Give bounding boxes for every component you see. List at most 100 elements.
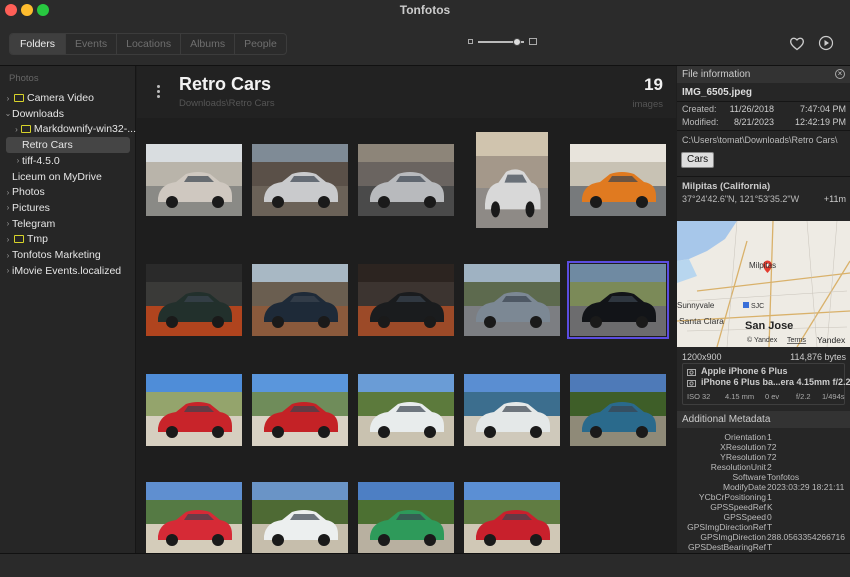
thumbnail-zoom: [468, 37, 537, 46]
created-label: Created:: [682, 104, 717, 114]
photo-thumbnail[interactable]: [464, 264, 560, 336]
image-count-label: images: [632, 99, 663, 110]
photo-thumbnail[interactable]: [146, 374, 242, 446]
photo-thumbnail[interactable]: [252, 374, 348, 446]
metadata-value: 1: [767, 432, 772, 442]
metadata-value: 72: [767, 442, 777, 452]
chevron-icon[interactable]: ›: [4, 235, 12, 244]
close-window-button[interactable]: [5, 4, 17, 16]
maximize-window-button[interactable]: [37, 4, 49, 16]
camera-make: Apple iPhone 6 Plus: [701, 366, 788, 376]
chevron-icon[interactable]: ›: [4, 251, 12, 260]
tab-albums[interactable]: Albums: [180, 34, 234, 54]
tab-people[interactable]: People: [234, 34, 286, 54]
metadata-key: YResolution: [720, 452, 766, 462]
metadata-row: ResolutionUnit 2: [677, 462, 850, 472]
metadata-value: 288.0563354266716: [767, 532, 845, 542]
thumbnail-grid: [137, 118, 676, 553]
chevron-icon[interactable]: ›: [4, 203, 12, 212]
play-icon: [818, 35, 834, 51]
chevron-icon[interactable]: ›: [4, 94, 12, 103]
chevron-icon[interactable]: ›: [14, 125, 19, 134]
metadata-key: GPSImgDirection: [700, 532, 766, 542]
photo-thumbnail[interactable]: [252, 264, 348, 336]
photo-thumbnail[interactable]: [570, 374, 666, 446]
heart-icon: [790, 37, 804, 50]
sidebar-item-2[interactable]: › Markdownify-win32-...: [0, 121, 136, 137]
altitude: +11m: [823, 194, 846, 204]
sidebar-item-label: Tonfotos Marketing: [12, 249, 101, 261]
photo-thumbnail[interactable]: [358, 482, 454, 553]
sidebar-item-6[interactable]: › Photos: [0, 184, 136, 200]
chevron-icon[interactable]: ›: [4, 266, 12, 275]
metadata-row: YResolution 72: [677, 452, 850, 462]
metadata-key: ModifyDate: [723, 482, 766, 492]
photo-thumbnail[interactable]: [146, 482, 242, 553]
sidebar-item-9[interactable]: › Tmp: [0, 231, 136, 247]
sidebar-item-0[interactable]: › Camera Video: [0, 90, 136, 106]
zoom-slider-knob[interactable]: [513, 37, 522, 46]
photo-thumbnail[interactable]: [252, 482, 348, 553]
tab-events[interactable]: Events: [65, 34, 116, 54]
metadata-key: GPSSpeed: [723, 512, 766, 522]
sidebar-item-5[interactable]: Liceum on MyDrive: [0, 169, 136, 185]
chevron-icon[interactable]: ›: [4, 188, 12, 197]
sidebar-item-7[interactable]: › Pictures: [0, 200, 136, 216]
tab-folders[interactable]: Folders: [10, 34, 66, 54]
photo-thumbnail[interactable]: [567, 261, 669, 339]
chevron-icon[interactable]: ›: [14, 156, 22, 165]
photo-thumbnail[interactable]: [476, 132, 548, 228]
metadata-row: Orientation 1: [677, 432, 850, 442]
favorite-button[interactable]: [784, 32, 810, 54]
exif-focal: 4.15 mm: [725, 392, 755, 401]
exif-ev: 0 ev: [765, 392, 780, 401]
tag-button[interactable]: Cars: [681, 152, 715, 168]
sidebar-item-3[interactable]: Retro Cars: [6, 137, 130, 154]
more-options-icon[interactable]: [157, 85, 160, 98]
chevron-icon[interactable]: ›: [4, 219, 12, 228]
minimize-window-button[interactable]: [21, 4, 33, 16]
photo-thumbnail[interactable]: [464, 482, 560, 553]
sidebar-item-1[interactable]: ⌄ Downloads: [0, 106, 136, 122]
sidebar-item-label: Retro Cars: [22, 139, 73, 152]
file-size: 114,876 bytes: [790, 352, 846, 362]
photo-thumbnail[interactable]: [358, 264, 454, 336]
metadata-value: 1: [767, 492, 772, 502]
sidebar-item-label: tiff-4.5.0: [22, 154, 60, 167]
folder-sidebar: Photos › Camera Video ⌄ Downloads › Markdowni…: [0, 66, 136, 553]
sidebar-item-8[interactable]: › Telegram: [0, 216, 136, 232]
chevron-icon[interactable]: ⌄: [4, 109, 12, 118]
photo-thumbnail[interactable]: [570, 144, 666, 216]
map-yandex-copyright: © Yandex: [747, 336, 778, 344]
metadata-key: GPSImgDirectionRef: [687, 522, 766, 532]
sidebar-item-label: Telegram: [12, 217, 56, 230]
sidebar-item-label: Pictures: [12, 201, 50, 214]
album-header: Retro Cars Downloads\Retro Cars 19 image…: [137, 66, 676, 118]
metadata-row: GPSImgDirectionRef T: [677, 522, 850, 532]
album-title: Retro Cars: [179, 74, 272, 94]
created-date: 11/26/2018: [729, 104, 774, 114]
sidebar-header: Photos: [9, 73, 39, 84]
map-label-milpitas: Milpitas: [749, 261, 776, 270]
app-window: Tonfotos Folders Events Locations Albums…: [0, 0, 850, 577]
metadata-value: 2: [767, 462, 772, 472]
slideshow-button[interactable]: [813, 32, 839, 54]
zoom-slider[interactable]: [478, 37, 524, 46]
photo-thumbnail[interactable]: [358, 144, 454, 216]
photo-thumbnail[interactable]: [252, 144, 348, 216]
close-panel-icon[interactable]: ×: [835, 69, 845, 79]
photo-thumbnail[interactable]: [146, 264, 242, 336]
tab-locations[interactable]: Locations: [116, 34, 180, 54]
sidebar-item-11[interactable]: › iMovie Events.localized: [0, 263, 136, 279]
photo-thumbnail[interactable]: [464, 374, 560, 446]
metadata-row: Software Tonfotos: [677, 472, 850, 482]
sidebar-item-10[interactable]: › Tonfotos Marketing: [0, 247, 136, 263]
modified-label: Modified:: [682, 117, 719, 127]
photo-thumbnail[interactable]: [358, 374, 454, 446]
metadata-row: ModifyDate 2023:03:29 18:21:11: [677, 482, 850, 492]
sidebar-item-4[interactable]: › tiff-4.5.0: [0, 153, 136, 169]
photo-thumbnail[interactable]: [146, 144, 242, 216]
location-map[interactable]: Milpitas Sunnyvale SJC Santa Clara San J…: [677, 221, 850, 347]
main-panel: Retro Cars Downloads\Retro Cars 19 image…: [137, 66, 676, 553]
sidebar-item-label: Camera Video: [27, 92, 94, 104]
